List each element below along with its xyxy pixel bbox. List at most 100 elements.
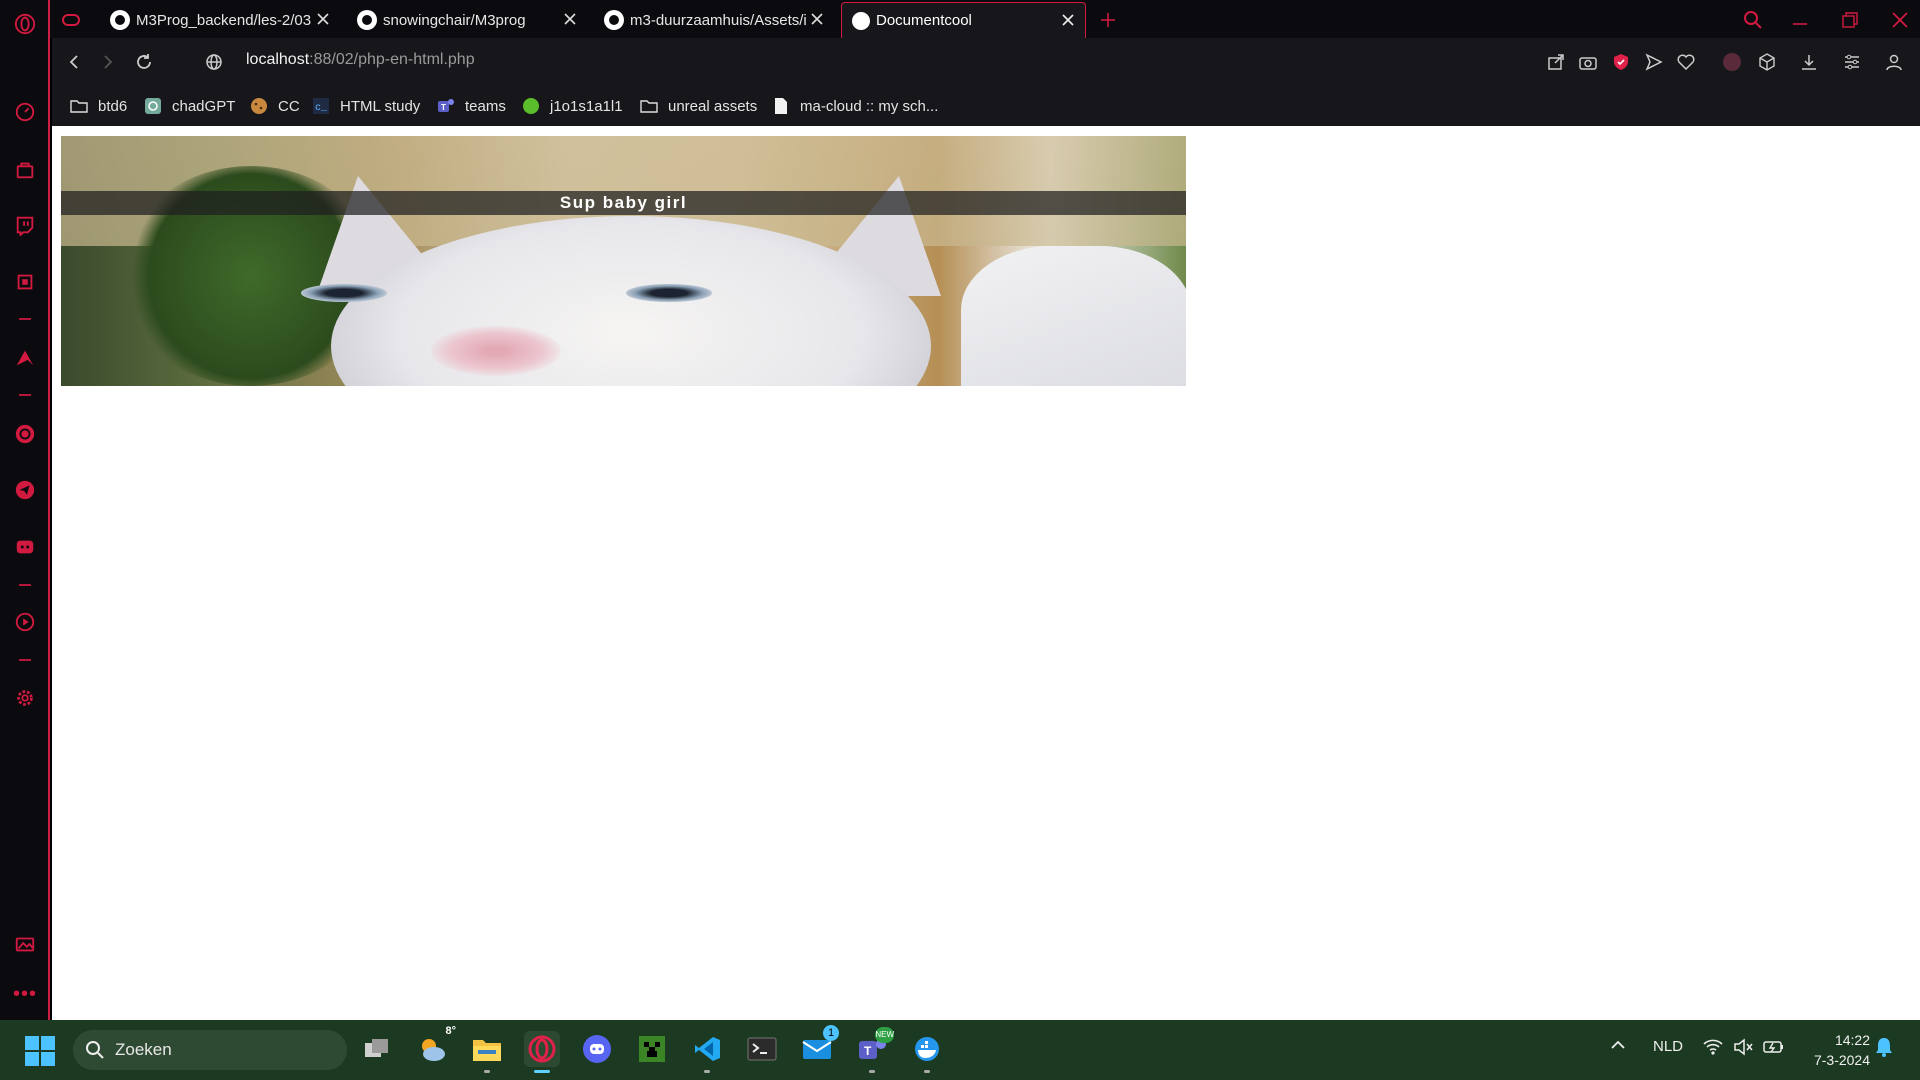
- more-options-icon[interactable]: •••: [13, 982, 37, 1006]
- teams-new-badge: NEW: [875, 1027, 894, 1043]
- wifi-icon[interactable]: [1703, 1038, 1723, 1060]
- bookmark-j1o1s1a1l1[interactable]: j1o1s1a1l1: [522, 94, 623, 118]
- input-language[interactable]: NLD: [1653, 1038, 1683, 1055]
- show-hidden-icons-chevron-icon[interactable]: [1610, 1038, 1626, 1056]
- bookmark-label: HTML study: [340, 97, 421, 115]
- system-clock[interactable]: 14:22 7-3-2024: [1790, 1030, 1870, 1070]
- bookmark-unreal-assets[interactable]: unreal assets: [640, 94, 757, 118]
- bookmark-teams[interactable]: T teams: [437, 94, 506, 118]
- docker-icon[interactable]: [909, 1031, 945, 1073]
- close-tab-icon[interactable]: [1061, 13, 1075, 27]
- telegram-icon[interactable]: [13, 478, 37, 502]
- minimize-icon[interactable]: [1782, 2, 1812, 38]
- bookmark-label: unreal assets: [668, 97, 758, 115]
- github-icon: [110, 10, 130, 30]
- globe-icon: [852, 11, 870, 30]
- terminal-icon[interactable]: [744, 1031, 780, 1067]
- start-windows-icon[interactable]: [25, 1036, 55, 1066]
- share-icon[interactable]: [1544, 50, 1568, 74]
- volume-muted-icon[interactable]: [1733, 1038, 1753, 1060]
- easy-setup-sliders-icon[interactable]: [1840, 50, 1864, 74]
- tab-snowingchair-m3prog[interactable]: snowingchair/M3prog: [347, 2, 587, 38]
- mail-icon[interactable]: 1: [799, 1025, 839, 1067]
- bookmark-html-study[interactable]: c_ HTML study: [312, 94, 420, 118]
- folder-icon: [640, 100, 658, 113]
- restore-window-icon[interactable]: [1832, 2, 1862, 38]
- svg-text:c_: c_: [315, 103, 328, 114]
- notification-bell-icon[interactable]: [1874, 1036, 1894, 1062]
- file-explorer-icon[interactable]: [469, 1031, 505, 1073]
- ad-blocker-shield-icon[interactable]: [1609, 50, 1633, 74]
- sidebar-divider: [19, 318, 31, 320]
- windows-taskbar: Zoeken 8° 1 T NEW NLD 14:22 7-3-2024: [0, 1020, 1920, 1080]
- aria-ai-icon[interactable]: [13, 346, 37, 370]
- send-flow-icon[interactable]: [1642, 50, 1666, 74]
- chatgpt-icon: [145, 98, 161, 114]
- speed-dial-icon[interactable]: [13, 100, 37, 124]
- tab-m3prog-backend[interactable]: M3Prog_backend/les-2/03: [100, 2, 340, 38]
- close-window-icon[interactable]: [1882, 2, 1912, 38]
- gaming-controller-icon[interactable]: [58, 2, 86, 38]
- taskbar-search-box[interactable]: Zoeken: [73, 1030, 347, 1070]
- battery-charging-icon[interactable]: [1763, 1038, 1785, 1060]
- clock-time: 14:22: [1834, 1032, 1870, 1048]
- minecraft-icon[interactable]: [634, 1031, 670, 1067]
- url-host: localhost: [246, 51, 310, 68]
- teams-icon: T: [438, 99, 454, 112]
- bookmark-label: btd6: [98, 97, 128, 115]
- profile-person-icon[interactable]: [1882, 50, 1906, 74]
- folder-icon: [70, 100, 88, 113]
- close-tab-icon[interactable]: [316, 12, 330, 26]
- bookmarks-bar: btd6 chadGPT CC c_ HTML study T teams j1…: [52, 86, 1920, 126]
- sidebar-divider: [19, 659, 31, 661]
- reload-icon[interactable]: [132, 50, 156, 74]
- vscode-icon[interactable]: [689, 1031, 725, 1073]
- sidebar-divider: [19, 584, 31, 586]
- back-arrow-icon[interactable]: [62, 50, 86, 74]
- forward-arrow-icon[interactable]: [96, 50, 120, 74]
- opera-taskbar-icon[interactable]: [524, 1031, 560, 1073]
- opera-logo-icon[interactable]: [13, 12, 37, 36]
- snapshot-gallery-icon[interactable]: [13, 932, 37, 956]
- bookmark-btd6[interactable]: btd6: [70, 94, 127, 118]
- extensions-chip-icon[interactable]: [13, 270, 37, 294]
- document-icon: [775, 98, 787, 114]
- site-info-globe-icon[interactable]: [202, 50, 226, 74]
- bookmark-label: CC: [278, 97, 300, 115]
- player-icon[interactable]: [13, 610, 37, 634]
- bookmark-label: ma-cloud :: my sch...: [800, 97, 939, 115]
- camera-snapshot-icon[interactable]: [1576, 50, 1600, 74]
- twitch-icon[interactable]: [13, 213, 37, 237]
- settings-gear-icon[interactable]: [13, 686, 37, 710]
- tab-search-icon[interactable]: [1733, 2, 1763, 38]
- tab-m3-duurzaamhuis[interactable]: m3-duurzaamhuis/Assets/i: [594, 2, 834, 38]
- tab-documentcool[interactable]: Documentcool: [841, 2, 1086, 38]
- downloads-icon[interactable]: [1797, 50, 1821, 74]
- extensions-cube-icon[interactable]: [1755, 50, 1779, 74]
- bookmark-label: teams: [465, 97, 506, 115]
- clock-date: 7-3-2024: [1813, 1052, 1870, 1068]
- close-tab-icon[interactable]: [810, 12, 824, 26]
- discord-taskbar-icon[interactable]: [579, 1031, 615, 1067]
- bookmark-cc[interactable]: CC: [250, 94, 300, 118]
- close-tab-icon[interactable]: [563, 12, 577, 26]
- teams-taskbar-icon[interactable]: T NEW: [854, 1027, 894, 1073]
- task-view-icon[interactable]: [359, 1031, 395, 1067]
- tab-title: M3Prog_backend/les-2/03: [136, 11, 312, 29]
- whatsapp-icon[interactable]: [13, 422, 37, 446]
- bookmark-label: chadGPT: [172, 97, 236, 115]
- weather-widget-icon[interactable]: 8°: [414, 1025, 456, 1067]
- vpn-badge-icon[interactable]: [1720, 50, 1744, 74]
- new-tab-plus-icon[interactable]: [1094, 2, 1124, 38]
- heart-bookmark-icon[interactable]: [1674, 50, 1698, 74]
- mail-unread-badge: 1: [823, 1025, 839, 1041]
- bookmark-ma-cloud[interactable]: ma-cloud :: my sch...: [772, 94, 938, 118]
- url-field[interactable]: localhost:88/02/php-en-html.php: [246, 51, 475, 69]
- github-icon: [357, 10, 377, 30]
- shopping-icon[interactable]: [13, 158, 37, 182]
- codecademy-icon: c_: [313, 98, 329, 114]
- discord-sidebar-icon[interactable]: [13, 535, 37, 559]
- bookmark-chadgpt[interactable]: chadGPT: [144, 94, 235, 118]
- browser-sidebar: •••: [0, 0, 50, 1020]
- url-path: :88/02/php-en-html.php: [309, 51, 475, 68]
